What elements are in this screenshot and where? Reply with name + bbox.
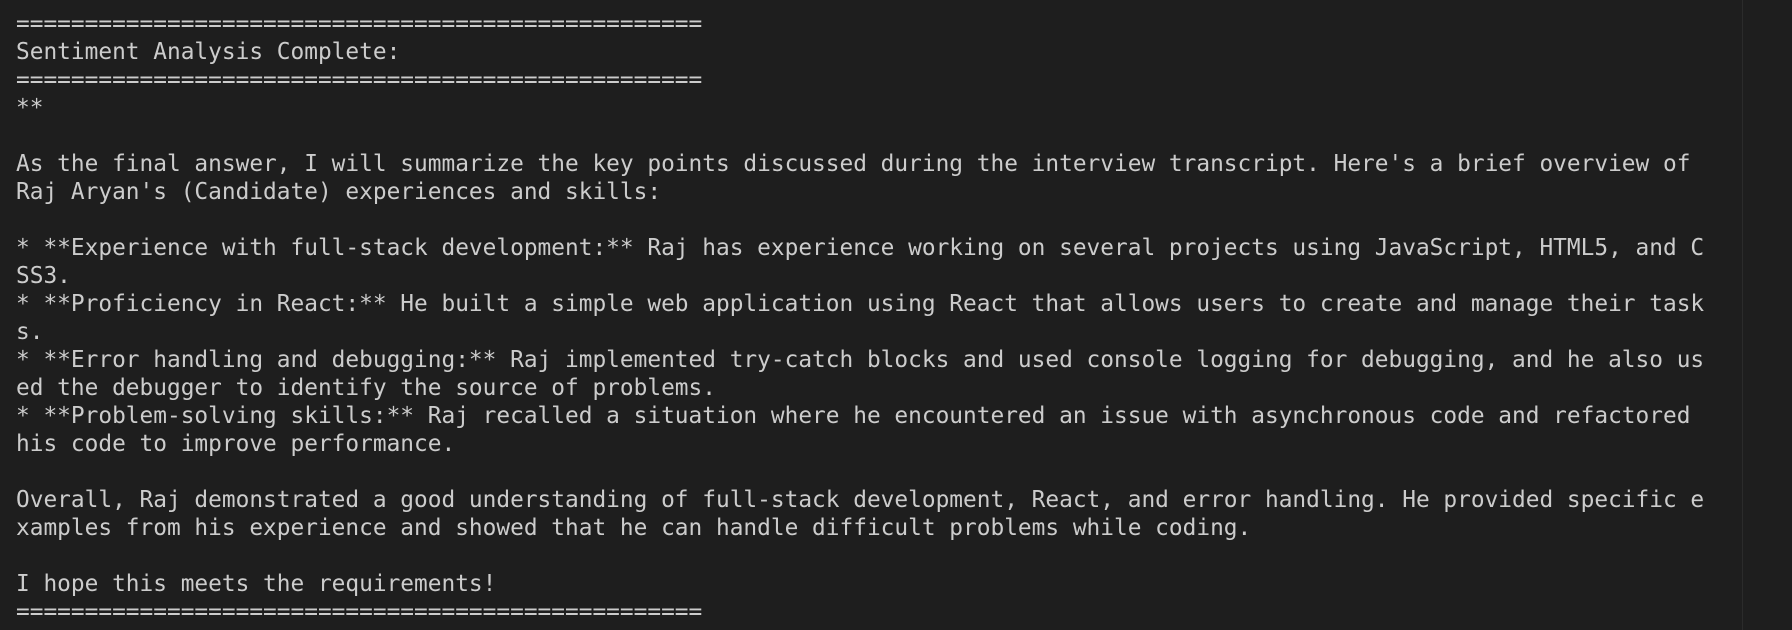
- output-heading: Sentiment Analysis Complete:: [16, 39, 401, 65]
- output-line: Overall, Raj demonstrated a good underst…: [16, 487, 1705, 513]
- bullet-line: * **Error handling and debugging:** Raj …: [16, 347, 1705, 373]
- output-line: I hope this meets the requirements!: [16, 571, 497, 597]
- separator-line: ========================================…: [16, 67, 703, 93]
- output-line: As the final answer, I will summarize th…: [16, 151, 1691, 177]
- output-line: s.: [16, 319, 44, 345]
- output-line: his code to improve performance.: [16, 431, 456, 457]
- separator-line: ========================================…: [16, 599, 703, 625]
- output-line: Raj Aryan's (Candidate) experiences and …: [16, 179, 662, 205]
- output-line: SS3.: [16, 263, 71, 289]
- terminal-output: ========================================…: [0, 0, 1792, 630]
- bullet-line: * **Experience with full-stack developme…: [16, 235, 1705, 261]
- output-line: xamples from his experience and showed t…: [16, 515, 1252, 541]
- terminal-content: ========================================…: [16, 10, 1740, 626]
- output-line: ed the debugger to identify the source o…: [16, 375, 716, 401]
- bullet-line: * **Proficiency in React:** He built a s…: [16, 291, 1705, 317]
- bullet-line: * **Problem-solving skills:** Raj recall…: [16, 403, 1691, 429]
- separator-line: ========================================…: [16, 11, 703, 37]
- output-line: **: [16, 95, 44, 121]
- vertical-scrollbar[interactable]: [1742, 0, 1792, 630]
